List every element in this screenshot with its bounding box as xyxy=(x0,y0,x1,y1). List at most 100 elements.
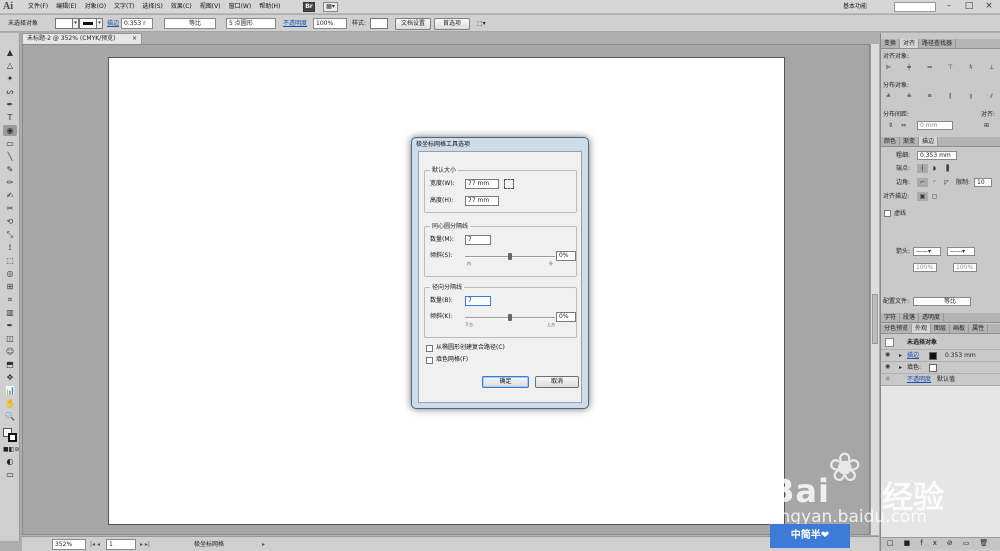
distribute-bottom-icon[interactable]: ≘ xyxy=(924,92,935,101)
round-cap-icon[interactable]: ◗ xyxy=(929,164,940,173)
blob-brush-tool-icon[interactable]: ✍ xyxy=(3,190,17,201)
spacing-field[interactable]: 0 mm xyxy=(917,121,953,130)
tab-align[interactable]: 对齐 xyxy=(900,39,920,48)
fill-swatch[interactable] xyxy=(55,18,73,29)
menu-type[interactable]: 文字(T) xyxy=(110,0,138,14)
butt-cap-icon[interactable]: ┤ xyxy=(917,164,928,173)
expand-arrow-icon[interactable]: ▸ xyxy=(899,363,902,372)
concentric-count-field[interactable]: 7 xyxy=(465,235,491,245)
appearance-stroke-row[interactable]: ◉ ▸ 描边 0.353 mm xyxy=(881,349,1000,361)
align-to-selection-icon[interactable]: ⊞ xyxy=(981,121,992,130)
scale-tool-icon[interactable]: ⤡ xyxy=(3,229,17,240)
arrow-end-scale[interactable]: 100% xyxy=(953,263,977,272)
align-bottom-icon[interactable]: ⊥ xyxy=(986,63,997,72)
zoom-field[interactable]: 352% xyxy=(52,539,86,550)
free-transform-tool-icon[interactable]: ⬚ xyxy=(3,255,17,266)
stroke-swatch[interactable] xyxy=(79,18,97,29)
width-field[interactable]: 77 mm xyxy=(465,179,499,189)
tab-transform[interactable]: 变换 xyxy=(881,39,901,48)
appearance-opacity-link[interactable]: 不透明度 xyxy=(907,375,931,384)
menu-help[interactable]: 帮助(H) xyxy=(255,0,284,14)
column-graph-tool-icon[interactable]: ⬒ xyxy=(3,359,17,370)
menu-edit[interactable]: 编辑(E) xyxy=(52,0,80,14)
tab-color[interactable]: 颜色 xyxy=(881,137,901,146)
arrow-end-select[interactable]: ——▾ xyxy=(947,247,975,256)
distribute-left-icon[interactable]: ⫿ xyxy=(945,92,956,101)
arrow-start-select[interactable]: ——▾ xyxy=(913,247,941,256)
ok-button[interactable]: 确定 xyxy=(482,376,529,388)
visibility-eye-icon[interactable]: ◉ xyxy=(885,375,890,382)
brush-definition[interactable]: 5 点圆形 xyxy=(226,18,276,29)
line-tool-icon[interactable]: ╲ xyxy=(3,151,17,162)
tab-artboards[interactable]: 画板 xyxy=(950,324,970,333)
variable-width-profile[interactable]: 等比 xyxy=(164,18,216,29)
mesh-tool-icon[interactable]: ⌗ xyxy=(3,294,17,305)
pencil-tool-icon[interactable]: ✏ xyxy=(3,177,17,188)
artboard-nav-next-icon[interactable]: ▸ ▸| xyxy=(140,539,150,550)
expand-arrow-icon[interactable]: ▸ xyxy=(899,351,902,360)
cancel-button[interactable]: 取消 xyxy=(535,376,579,388)
stroke-indicator[interactable] xyxy=(8,433,17,442)
stroke-color-swatch[interactable] xyxy=(929,352,937,360)
scroll-thumb[interactable] xyxy=(872,294,878,344)
pen-tool-icon[interactable]: ✒ xyxy=(3,99,17,110)
opacity-field[interactable]: 100% xyxy=(313,18,347,29)
eraser-tool-icon[interactable]: ✂ xyxy=(3,203,17,214)
menu-effect[interactable]: 效果(C) xyxy=(167,0,196,14)
dashed-line-checkbox[interactable] xyxy=(884,210,891,217)
width-tool-icon[interactable]: ⟟ xyxy=(3,242,17,253)
opacity-link[interactable]: 不透明度 xyxy=(283,18,307,29)
search-input[interactable] xyxy=(894,2,936,12)
fill-color-swatch[interactable] xyxy=(929,364,937,372)
document-tab[interactable]: 未标题-2 @ 352% (CMYK/预览) × xyxy=(22,33,142,44)
bevel-join-icon[interactable]: ◸ xyxy=(941,178,952,187)
paintbrush-tool-icon[interactable]: ✎ xyxy=(3,164,17,175)
arrow-start-scale[interactable]: 100% xyxy=(913,263,937,272)
hand-tool-icon[interactable]: ✋ xyxy=(3,398,17,409)
perspective-grid-tool-icon[interactable]: ⊞ xyxy=(3,281,17,292)
close-tab-icon[interactable]: × xyxy=(132,34,137,44)
eyedropper-tool-icon[interactable]: ✒ xyxy=(3,320,17,331)
type-tool-icon[interactable]: T xyxy=(3,112,17,123)
polar-grid-tool-icon[interactable]: ◉ xyxy=(3,125,17,136)
tab-character[interactable]: 字符 xyxy=(881,313,901,322)
visibility-eye-icon[interactable]: ◉ xyxy=(885,351,890,358)
compound-path-checkbox[interactable] xyxy=(426,345,433,352)
preferences-button[interactable]: 首选项 xyxy=(434,18,470,30)
profile-select[interactable]: 等比 xyxy=(913,297,971,306)
color-mode-icons[interactable]: ■◧⊘ xyxy=(3,446,19,453)
limit-field[interactable]: 10 xyxy=(974,178,992,187)
stroke-link[interactable]: 描边 xyxy=(107,18,119,29)
visibility-eye-icon[interactable]: ◉ xyxy=(885,363,890,370)
menu-window[interactable]: 窗口(W) xyxy=(225,0,256,14)
radial-skew-thumb[interactable] xyxy=(508,314,512,321)
selection-tool-icon[interactable]: ▲ xyxy=(3,47,17,58)
tab-attributes[interactable]: 属性 xyxy=(969,324,989,333)
tab-appearance[interactable]: 外观 xyxy=(912,324,932,333)
distribute-hcenter-icon[interactable]: ⫾ xyxy=(965,92,976,101)
tab-pathfinder[interactable]: 路径查找器 xyxy=(919,39,957,48)
rectangle-tool-icon[interactable]: ▭ xyxy=(3,138,17,149)
appearance-fill-row[interactable]: ◉ ▸ 填色: xyxy=(881,361,1000,373)
draw-mode-icon[interactable]: ◐ xyxy=(4,457,16,467)
stroke-dropdown-icon[interactable]: ▾ xyxy=(97,18,103,29)
transform-options-icon[interactable]: ⬚▾ xyxy=(477,18,486,29)
status-current-tool[interactable]: 极坐标网格 xyxy=(194,539,224,550)
document-setup-button[interactable]: 文档设置 xyxy=(395,18,431,30)
magic-wand-tool-icon[interactable]: ✦ xyxy=(3,73,17,84)
lasso-tool-icon[interactable]: ᔕ xyxy=(3,86,17,97)
projecting-cap-icon[interactable]: ▐ xyxy=(941,164,952,173)
tab-separations-preview[interactable]: 分色预览 xyxy=(881,324,913,333)
radial-skew-field[interactable]: 0% xyxy=(556,312,576,322)
artboard-tool-icon[interactable]: ✥ xyxy=(3,372,17,383)
zoom-tool-icon[interactable]: 🔍 xyxy=(3,411,17,422)
align-top-icon[interactable]: ⊤ xyxy=(945,63,956,72)
weight-field[interactable]: 0.353 mm xyxy=(917,151,957,160)
close-window-button[interactable]: × xyxy=(980,0,998,14)
direct-selection-tool-icon[interactable]: △ xyxy=(3,60,17,71)
artboard-nav-first-icon[interactable]: |◂ ◂ xyxy=(90,539,100,550)
menu-file[interactable]: 文件(F) xyxy=(24,0,52,14)
rotate-tool-icon[interactable]: ⟲ xyxy=(3,216,17,227)
menu-select[interactable]: 选择(S) xyxy=(138,0,167,14)
graphic-style-swatch[interactable] xyxy=(370,18,388,29)
